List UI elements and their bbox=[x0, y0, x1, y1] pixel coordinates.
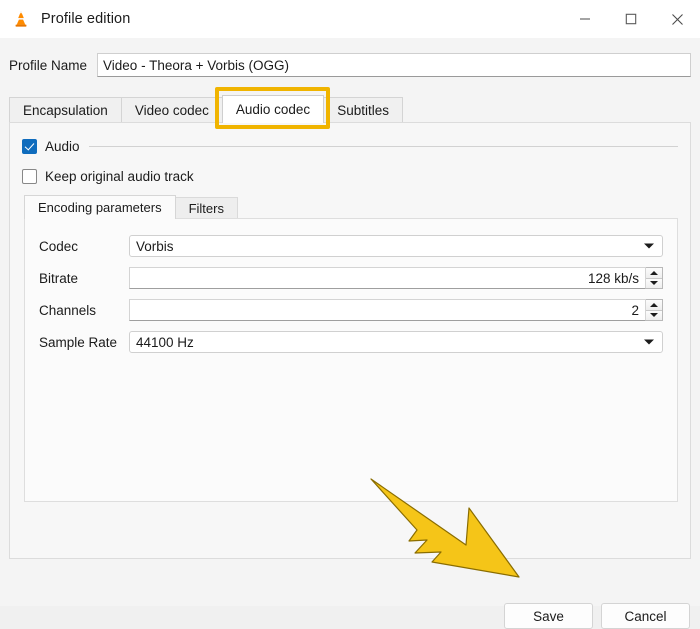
triangle-up-icon bbox=[650, 302, 658, 307]
bitrate-stepper[interactable]: 128 kb/s bbox=[129, 267, 663, 289]
group-separator bbox=[88, 145, 678, 147]
audio-codec-tab-wrapper: Audio codec bbox=[214, 87, 331, 129]
audio-checkbox-label: Audio bbox=[45, 138, 80, 154]
dialog-body: Profile Name Video - Theora + Vorbis (OG… bbox=[0, 38, 700, 629]
dialog-footer: Save Cancel bbox=[0, 559, 700, 629]
main-tab-strip: Encapsulation Video codec Audio codec Su… bbox=[9, 87, 691, 129]
bitrate-value[interactable]: 128 kb/s bbox=[129, 267, 646, 289]
bitrate-label: Bitrate bbox=[39, 270, 79, 286]
tab-encapsulation[interactable]: Encapsulation bbox=[9, 97, 122, 123]
tab-filters[interactable]: Filters bbox=[174, 197, 238, 219]
profile-name-input[interactable]: Video - Theora + Vorbis (OGG) bbox=[97, 53, 691, 77]
channels-value[interactable]: 2 bbox=[129, 299, 646, 321]
minimize-icon[interactable] bbox=[562, 0, 608, 38]
keep-original-audio-track-label: Keep original audio track bbox=[45, 168, 194, 184]
sample-rate-value: 44100 Hz bbox=[136, 334, 194, 350]
profile-edition-window: Profile edition Profile Name Video - The… bbox=[0, 0, 700, 629]
channels-stepper[interactable]: 2 bbox=[129, 299, 663, 321]
tab-subtitles[interactable]: Subtitles bbox=[323, 97, 403, 123]
inner-tab-strip: Encoding parameters Filters bbox=[24, 195, 678, 219]
triangle-down-icon bbox=[650, 281, 658, 286]
channels-row: Channels 2 bbox=[39, 299, 663, 321]
window-controls bbox=[562, 0, 700, 38]
codec-value: Vorbis bbox=[136, 238, 174, 254]
profile-name-row: Profile Name Video - Theora + Vorbis (OG… bbox=[0, 52, 700, 78]
channels-decrement-button[interactable] bbox=[646, 310, 662, 320]
encoding-parameters-panel: Codec Vorbis Bitrate 128 kb/s Channels 2… bbox=[24, 218, 678, 502]
save-button[interactable]: Save bbox=[504, 603, 593, 629]
triangle-down-icon bbox=[650, 313, 658, 318]
title-bar-left: Profile edition bbox=[0, 0, 562, 38]
codec-row: Codec Vorbis bbox=[39, 235, 663, 257]
audio-group-header: Audio bbox=[22, 136, 678, 156]
channels-increment-button[interactable] bbox=[646, 300, 662, 311]
codec-label: Codec bbox=[39, 238, 79, 254]
bitrate-row: Bitrate 128 kb/s bbox=[39, 267, 663, 289]
maximize-icon[interactable] bbox=[608, 0, 654, 38]
keep-original-audio-track-checkbox[interactable] bbox=[22, 168, 37, 184]
sample-rate-label: Sample Rate bbox=[39, 334, 118, 350]
chevron-down-icon bbox=[644, 339, 654, 345]
codec-select[interactable]: Vorbis bbox=[129, 235, 663, 257]
close-icon[interactable] bbox=[654, 0, 700, 38]
audio-checkbox[interactable] bbox=[22, 138, 37, 154]
profile-name-label: Profile Name bbox=[9, 57, 88, 73]
cancel-button[interactable]: Cancel bbox=[601, 603, 690, 629]
title-bar: Profile edition bbox=[0, 0, 700, 38]
tab-encoding-parameters[interactable]: Encoding parameters bbox=[24, 195, 176, 219]
bitrate-increment-button[interactable] bbox=[646, 268, 662, 279]
triangle-up-icon bbox=[650, 270, 658, 275]
vlc-cone-icon bbox=[11, 9, 31, 29]
tab-video-codec[interactable]: Video codec bbox=[120, 97, 223, 123]
sample-rate-row: Sample Rate 44100 Hz bbox=[39, 331, 663, 353]
audio-codec-panel: Audio Keep original audio track Encoding… bbox=[9, 122, 691, 559]
chevron-down-icon bbox=[644, 243, 654, 249]
channels-spin-buttons bbox=[646, 299, 663, 321]
keep-original-row: Keep original audio track bbox=[22, 166, 194, 186]
sample-rate-select[interactable]: 44100 Hz bbox=[129, 331, 663, 353]
channels-label: Channels bbox=[39, 302, 97, 318]
window-title: Profile edition bbox=[41, 11, 131, 27]
bitrate-spin-buttons bbox=[646, 267, 663, 289]
tab-audio-codec[interactable]: Audio codec bbox=[221, 95, 325, 123]
bitrate-decrement-button[interactable] bbox=[646, 278, 662, 288]
